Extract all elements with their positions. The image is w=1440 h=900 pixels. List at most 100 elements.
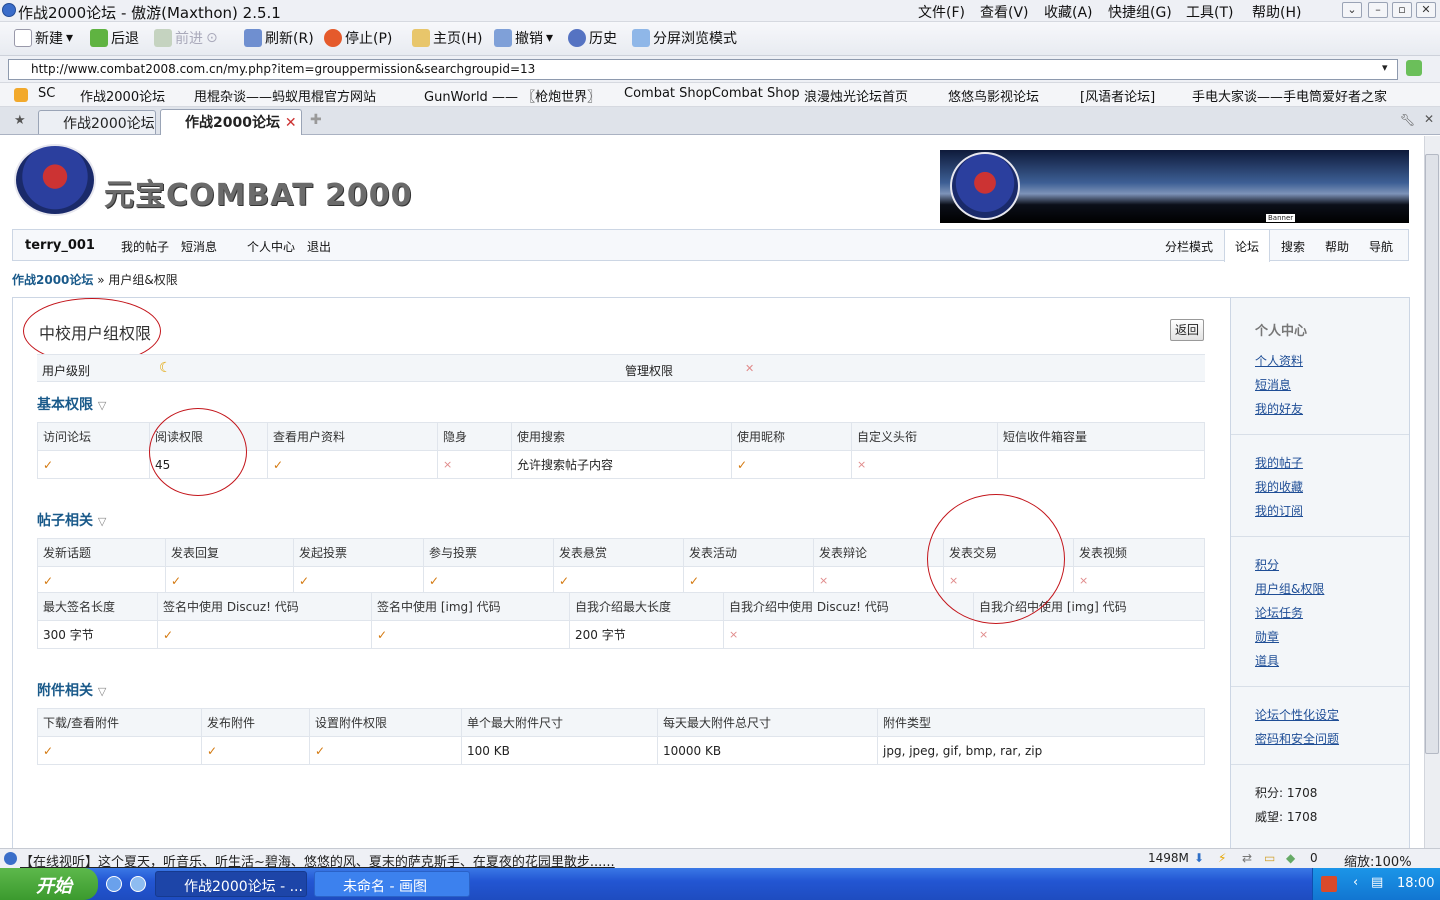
tab-combat2000-active[interactable]: 作战2000论坛 ✕: [160, 109, 302, 135]
check-icon: ✓: [309, 736, 462, 765]
proxy-icon[interactable]: ⇄: [1242, 851, 1252, 865]
bookmark-combat2000[interactable]: 作战2000论坛: [80, 86, 165, 105]
favorites-icon[interactable]: [14, 88, 28, 102]
close-tab-icon[interactable]: ✕: [285, 115, 297, 131]
sidebar-item-messages[interactable]: 短消息: [1255, 376, 1291, 393]
new-button[interactable]: 新建 ▾: [14, 28, 73, 48]
cross-icon: ×: [723, 620, 974, 649]
site-banner[interactable]: Banner: [940, 150, 1409, 223]
filter-icon[interactable]: ◆: [1286, 851, 1295, 865]
stop-button[interactable]: 停止(P): [324, 28, 392, 48]
level-label: 用户级别: [42, 364, 91, 378]
username-link[interactable]: terry_001: [25, 238, 95, 253]
sidebar-item-password[interactable]: 密码和安全问题: [1255, 730, 1339, 747]
menu-help[interactable]: 帮助(H): [1252, 2, 1301, 22]
ime-icon[interactable]: [1321, 876, 1337, 892]
title-bar: 作战2000论坛 - 傲游(Maxthon) 2.5.1 文件(F) 查看(V)…: [0, 0, 1440, 22]
split-view-icon: [632, 29, 650, 47]
nav-logout[interactable]: 退出: [307, 238, 331, 255]
wrench-icon[interactable]: 🔧︎: [1400, 113, 1415, 127]
tab-combat2000-1[interactable]: 作战2000论坛: [38, 110, 156, 134]
windows-taskbar: 开始 作战2000论坛 - ... 未命名 - 画图 ‹ ▤ 18:00: [0, 868, 1440, 900]
sidebar-item-personalize[interactable]: 论坛个性化设定: [1255, 706, 1339, 723]
chevron-left-icon[interactable]: ‹: [1353, 875, 1358, 890]
th-download: 下载/查看附件: [37, 708, 202, 737]
sidebar-item-my-posts[interactable]: 我的帖子: [1255, 454, 1303, 471]
chevron-down-icon[interactable]: ⌄: [1342, 2, 1362, 18]
back-button[interactable]: 后退: [90, 28, 139, 48]
bookmark-gunworld[interactable]: GunWorld —— 〖枪炮世界〗: [424, 86, 600, 105]
section-posts[interactable]: 帖子相关 ▽: [37, 510, 106, 530]
nav-user-center[interactable]: 个人中心: [247, 238, 295, 255]
network-icon[interactable]: ▤: [1371, 875, 1383, 890]
section-attachments[interactable]: 附件相关 ▽: [37, 680, 106, 700]
menu-view[interactable]: 查看(V): [980, 2, 1029, 22]
menu-file[interactable]: 文件(F): [918, 2, 965, 22]
sidebar-item-profile[interactable]: 个人资料: [1255, 352, 1303, 369]
menu-favorites[interactable]: 收藏(A): [1044, 2, 1093, 22]
th-new-topic: 发新话题: [37, 538, 166, 567]
forward-button[interactable]: 前进 ⊙: [154, 28, 218, 48]
th-sig-img: 签名中使用 [img] 代码: [371, 592, 570, 621]
restore-button[interactable]: ▫: [1392, 2, 1412, 18]
bookmark-sc[interactable]: SC: [38, 86, 55, 101]
task-combat-forum[interactable]: 作战2000论坛 - ...: [155, 871, 307, 897]
close-window-button[interactable]: ✕: [1416, 2, 1436, 18]
return-button[interactable]: 返回: [1170, 319, 1204, 341]
close-all-icon[interactable]: ✕: [1424, 112, 1434, 126]
search-value: 允许搜索帖子内容: [511, 450, 732, 479]
collapse-triangle-icon[interactable]: ▽: [98, 685, 106, 698]
bookmark-flashlight[interactable]: 手电大家谈——手电筒爱好者之家: [1192, 86, 1387, 105]
history-button[interactable]: 历史: [568, 28, 617, 48]
sidebar-divider: [1231, 764, 1409, 765]
section-basic[interactable]: 基本权限 ▽: [37, 394, 106, 414]
check-icon: ✓: [371, 620, 570, 649]
nav-messages[interactable]: 短消息: [181, 238, 217, 255]
check-icon: ✓: [423, 566, 554, 595]
sidebar-item-favorites[interactable]: 我的收藏: [1255, 478, 1303, 495]
split-view-button[interactable]: 分屏浏览模式: [632, 28, 737, 48]
bookmark-fengyu[interactable]: [风语者论坛]: [1080, 86, 1155, 105]
start-button[interactable]: 开始: [0, 868, 98, 900]
sidebar-item-items[interactable]: 道具: [1255, 652, 1279, 669]
sidebar-item-medals[interactable]: 勋章: [1255, 628, 1279, 645]
url-input[interactable]: http://www.combat2008.com.cn/my.php?item…: [8, 59, 1398, 80]
collapse-triangle-icon[interactable]: ▽: [98, 399, 106, 412]
sidebar-item-friends[interactable]: 我的好友: [1255, 400, 1303, 417]
task-paint[interactable]: 未命名 - 画图: [314, 871, 470, 897]
lightning-icon[interactable]: ⚡: [1218, 851, 1226, 865]
nav-search[interactable]: 搜索: [1281, 238, 1305, 255]
nav-my-posts[interactable]: 我的帖子: [121, 238, 169, 255]
nav-guide[interactable]: 导航: [1369, 238, 1393, 255]
sidebar-item-credits[interactable]: 积分: [1255, 556, 1279, 573]
scrollbar-thumb[interactable]: [1425, 154, 1439, 754]
th-poll: 发起投票: [293, 538, 424, 567]
menu-groups[interactable]: 快捷组(G): [1108, 2, 1172, 22]
status-bar: 【在线视听】这个夏天，听音乐、听生活~碧海、悠悠的风、夏末的萨克斯手、在夏夜的花…: [0, 848, 1440, 870]
bookmark-combat-shop[interactable]: Combat ShopCombat Shop: [624, 86, 800, 101]
bookmark-candle-forum[interactable]: 浪漫烛光论坛首页: [804, 86, 908, 105]
quicklaunch-maxthon-icon[interactable]: [106, 876, 122, 892]
collapse-triangle-icon[interactable]: ▽: [98, 515, 106, 528]
undo-button[interactable]: 撤销 ▾: [494, 28, 553, 48]
sidebar-item-subscriptions[interactable]: 我的订阅: [1255, 502, 1303, 519]
nav-split-mode[interactable]: 分栏模式: [1165, 238, 1213, 255]
refresh-button[interactable]: 刷新(R): [244, 28, 314, 48]
folder-icon[interactable]: ▭: [1264, 851, 1275, 865]
sidebar-item-usergroup[interactable]: 用户组&权限: [1255, 580, 1324, 597]
star-icon[interactable]: ★: [14, 113, 26, 128]
minimize-button[interactable]: –: [1368, 2, 1388, 18]
new-tab-icon[interactable]: ✚: [310, 112, 322, 128]
menu-tools[interactable]: 工具(T): [1186, 2, 1233, 22]
sidebar-item-tasks[interactable]: 论坛任务: [1255, 604, 1303, 621]
bookmark-baton[interactable]: 甩棍杂谈——蚂蚁甩棍官方网站: [194, 86, 376, 105]
nav-help[interactable]: 帮助: [1325, 238, 1349, 255]
nav-forum[interactable]: 论坛: [1235, 238, 1259, 255]
bookmark-youyou[interactable]: 悠悠鸟影视论坛: [948, 86, 1039, 105]
home-button[interactable]: 主页(H): [412, 28, 482, 48]
quicklaunch-ie-icon[interactable]: [130, 876, 146, 892]
breadcrumb-home[interactable]: 作战2000论坛: [12, 273, 93, 287]
go-icon[interactable]: [1406, 60, 1422, 76]
url-dropdown-icon[interactable]: ▾: [1382, 61, 1388, 74]
download-icon[interactable]: ⬇: [1194, 851, 1204, 865]
